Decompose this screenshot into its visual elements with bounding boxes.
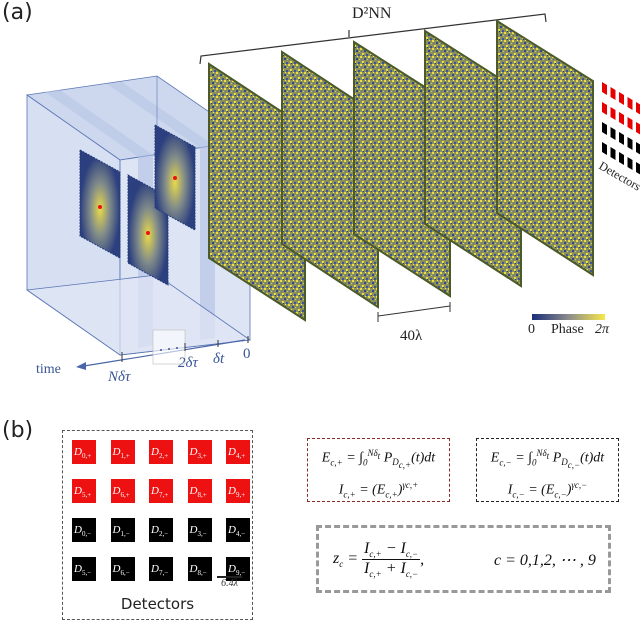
detector-9plus: D9,+ <box>226 479 250 503</box>
detector-3d-cell <box>619 92 624 105</box>
detector-6minus: D6,− <box>110 557 135 581</box>
detector-3d-cell <box>627 157 633 170</box>
detector-0minus: D0,− <box>72 518 96 542</box>
detector-1minus: D1,− <box>110 518 135 542</box>
eq-energy-plus: Ec,+ = ∫0Nδt PDc,+(t)dt <box>321 448 436 471</box>
colorbar-min: 0 <box>528 322 535 337</box>
time-tick-0: 0 <box>243 346 251 362</box>
detector-2plus: D2,+ <box>149 440 173 464</box>
detector-3d-cell <box>602 102 607 115</box>
detector-3d-cell <box>627 137 633 150</box>
colorbar-max: 2π <box>595 322 610 337</box>
detector-3d-cell <box>627 97 633 110</box>
panel-b-label: (b) <box>2 418 34 443</box>
detector-8minus: D8,− <box>187 557 212 581</box>
detector-grid-box: D0,+ D1,+ D2,+ D3,+ D4,+ D5,+ D6,+ D7,+ D8,+ D9,+… <box>62 430 253 620</box>
layer-spacing-label: 40λ <box>400 328 423 344</box>
colorbar-title: Phase <box>551 322 584 337</box>
output-equation-box: zc = Ic,+ − Ic,− Ic,+ + Ic,− , c = 0,1,2… <box>316 525 611 593</box>
time-arrow-icon <box>76 362 86 370</box>
detector-3minus: D3,− <box>187 518 212 542</box>
eq-energy-minus: Ec,− = ∫0Nδt PDc,−(t)dt <box>490 448 605 471</box>
negative-equation-box: Ec,− = ∫0Nδt PDc,−(t)dt Ic,− = (Ec,−)γc,… <box>476 438 619 502</box>
detector-3d-cell <box>627 117 633 130</box>
eq-index-range: c = 0,1,2, ⋯ , 9 <box>494 552 596 569</box>
detector-1plus: D1,+ <box>110 440 135 464</box>
detector-7minus: D7,− <box>149 557 173 581</box>
phase-colorbar <box>532 314 605 320</box>
detector-7plus: D7,+ <box>149 479 173 503</box>
detector-8plus: D8,+ <box>187 479 212 503</box>
d2nn-label: D²NN <box>352 5 392 22</box>
panel-a-diagram: D²NN time Nδτ 2δτ δt 0 40λ 0 Phase 2π De… <box>25 5 640 385</box>
eq-intensity-plus: Ic,+ = (Ec,+)γc,+ <box>338 480 419 500</box>
detector-0plus: D0,+ <box>72 440 96 464</box>
detectors-label-3d: Detectors <box>597 158 640 193</box>
detector-3d-cell <box>602 142 607 155</box>
time-axis-label: time <box>36 362 61 377</box>
time-tick-n: Nδτ <box>107 369 131 385</box>
detector-3d-cell <box>636 102 640 115</box>
eq-intensity-minus: Ic,− = (Ec,−)γc,− <box>507 480 588 500</box>
detector-3d-cell <box>636 122 640 135</box>
detector-2minus: D2,− <box>149 518 173 542</box>
detector-5plus: D5,+ <box>72 479 96 503</box>
detector-3d-cell <box>610 107 616 120</box>
detector-3d-cell <box>619 112 624 125</box>
detector-3d-cell <box>619 152 624 165</box>
detector-3d-cell <box>602 122 607 135</box>
detector-5minus: D5,− <box>72 557 96 581</box>
detector-4minus: D4,− <box>226 518 250 542</box>
detectors-title: Detectors <box>120 595 195 613</box>
positive-equation-box: Ec,+ = ∫0Nδt PDc,+(t)dt Ic,+ = (Ec,+)γc,… <box>307 438 450 502</box>
detector-3d-cell <box>619 132 624 145</box>
detector-3plus: D3,+ <box>187 440 212 464</box>
detector-3d-cell <box>610 147 616 160</box>
detector-3d-cell <box>610 87 616 100</box>
detector-3d-cell <box>636 162 640 175</box>
detector-3d-cell <box>636 142 640 155</box>
time-tick-2: 2δτ <box>178 355 198 371</box>
detector-3d-cell <box>602 82 607 95</box>
scale-bar: 6.4λ <box>217 576 242 589</box>
detector-6plus: D6,+ <box>110 479 135 503</box>
detector-4plus: D4,+ <box>226 440 250 464</box>
detector-3d-cell <box>610 127 616 140</box>
eq-output: zc = Ic,+ − Ic,− Ic,+ + Ic,− , <box>333 540 425 580</box>
time-tick-1: δt <box>213 351 225 367</box>
